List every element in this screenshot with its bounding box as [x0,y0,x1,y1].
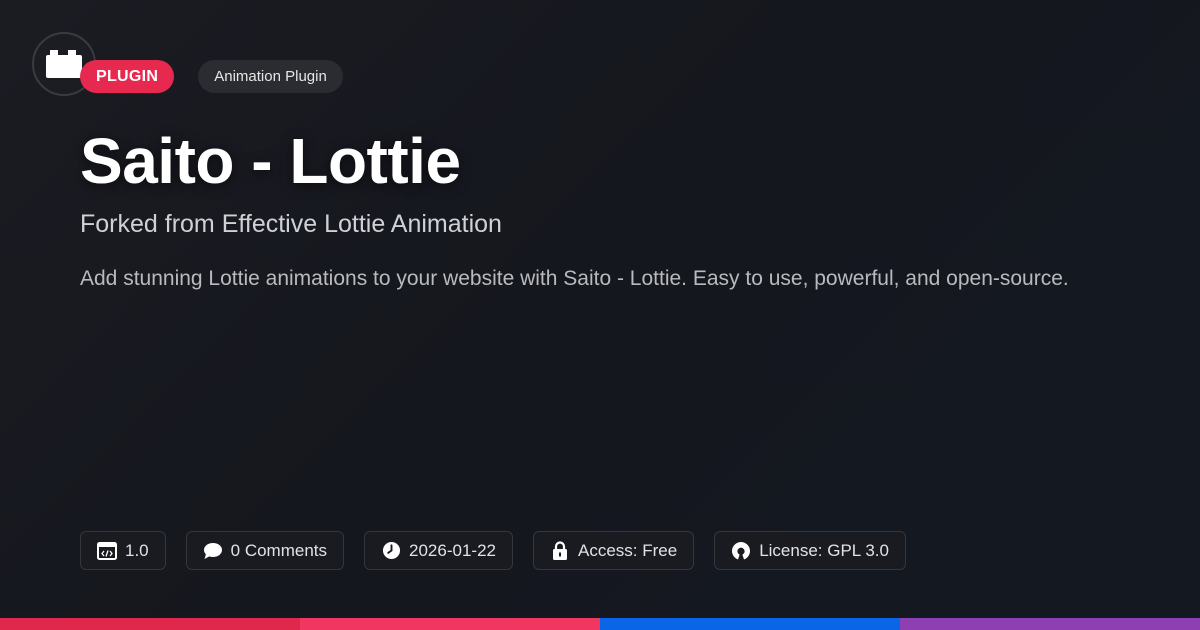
code-window-icon [97,541,117,561]
color-bar [0,618,1200,630]
version-chip: 1.0 [80,531,166,570]
comments-label: 0 Comments [230,540,328,560]
version-label: 1.0 [125,540,149,560]
color-bar-segment [0,618,300,630]
page-subtitle: Forked from Effective Lottie Animation [80,210,502,238]
color-bar-segment [600,618,900,630]
plugin-block-icon [46,50,82,78]
license-label: License: GPL 3.0 [759,540,889,560]
page-description: Add stunning Lottie animations to your w… [80,267,1069,290]
meta-row: 1.0 0 Comments 2026-01-22 Access: Free L… [80,531,906,570]
license-chip[interactable]: License: GPL 3.0 [714,531,906,570]
access-chip: Access: Free [532,531,695,570]
open-source-icon [731,541,751,561]
page-title: Saito - Lottie [80,125,461,197]
access-label: Access: Free [577,540,678,560]
category-badge[interactable]: Animation Plugin [198,60,343,93]
lock-icon [550,541,570,561]
color-bar-segment [300,618,600,630]
date-chip: 2026-01-22 [364,531,513,570]
type-badge[interactable]: PLUGIN [80,60,175,93]
date-label: 2026-01-22 [409,540,496,560]
comments-chip[interactable]: 0 Comments [185,531,345,570]
comment-bubble-icon [203,541,223,561]
clock-icon [381,541,401,561]
color-bar-segment [900,618,1200,630]
badge-row: PLUGIN Animation Plugin [80,60,343,93]
